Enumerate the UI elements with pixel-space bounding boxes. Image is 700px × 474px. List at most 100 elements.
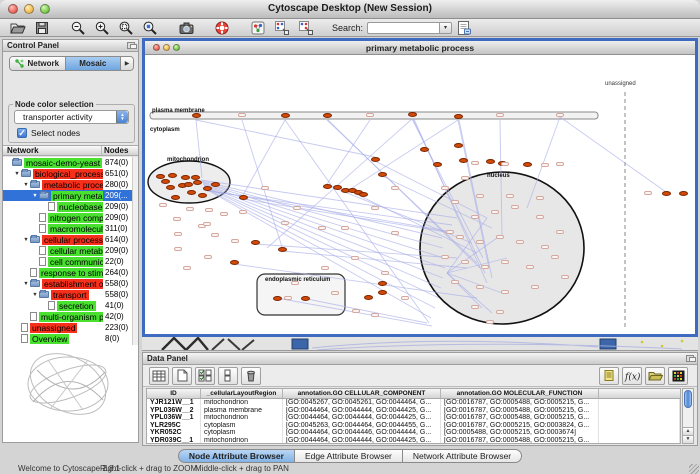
gene-node[interactable]: [459, 158, 468, 163]
column-header[interactable]: annotation.GO CELLULAR_COMPONENT: [283, 389, 441, 398]
select-nodes-checkbox[interactable]: ✓: [17, 128, 27, 138]
gene-node-unselected[interactable]: [471, 215, 479, 219]
tab-overflow-arrow[interactable]: ▶: [121, 57, 133, 70]
heatmap-icon[interactable]: [668, 367, 688, 385]
gene-node[interactable]: [181, 175, 190, 180]
scroll-down-icon[interactable]: ▼: [683, 435, 693, 443]
gene-node[interactable]: [192, 113, 201, 118]
tree-row[interactable]: ▼metabolic process280(0): [3, 179, 138, 190]
gene-node-unselected[interactable]: [471, 161, 479, 165]
expander-icon[interactable]: ▼: [22, 281, 30, 287]
gene-node-unselected[interactable]: [186, 207, 194, 211]
gene-node[interactable]: [433, 162, 442, 167]
zoom-fit-icon[interactable]: [114, 19, 138, 36]
gene-node[interactable]: [420, 147, 429, 152]
tree-row[interactable]: ▼cellular process614(0): [3, 234, 138, 245]
gene-node[interactable]: [301, 296, 310, 301]
expander-icon[interactable]: ▼: [13, 171, 21, 177]
gene-node-unselected[interactable]: [451, 280, 459, 284]
search-dropdown-icon[interactable]: ▾: [439, 22, 452, 34]
table-row[interactable]: YDR039C__1mitochondrion[GO:0044464, GO:0…: [147, 437, 680, 444]
gene-node-unselected[interactable]: [541, 163, 549, 167]
gene-node-unselected[interactable]: [496, 235, 504, 239]
gene-node[interactable]: [523, 162, 532, 167]
tree-row[interactable]: ▼biological_process651(0): [3, 168, 138, 179]
gene-node-unselected[interactable]: [536, 196, 544, 200]
gene-node[interactable]: [454, 143, 463, 148]
snapshot-icon[interactable]: [174, 19, 198, 36]
gene-node-unselected[interactable]: [526, 265, 534, 269]
gene-node-unselected[interactable]: [174, 232, 182, 236]
gene-node[interactable]: [187, 190, 196, 195]
zoom-out-icon[interactable]: [66, 19, 90, 36]
zoom-selected-icon[interactable]: [138, 19, 162, 36]
save-icon[interactable]: [30, 19, 54, 36]
gene-node-unselected[interactable]: [511, 205, 519, 209]
gene-node-unselected[interactable]: [536, 215, 544, 219]
gene-node[interactable]: [378, 290, 387, 295]
gene-node[interactable]: [278, 247, 287, 252]
gene-node[interactable]: [166, 185, 175, 190]
gene-node-unselected[interactable]: [391, 186, 399, 190]
gene-node[interactable]: [662, 191, 671, 196]
gene-node-unselected[interactable]: [476, 194, 484, 198]
table-row[interactable]: YJR121W__1mitochondrion[GO:0045267, GO:0…: [147, 399, 680, 407]
gene-node[interactable]: [230, 260, 239, 265]
gene-node-unselected[interactable]: [261, 186, 269, 190]
gene-node-unselected[interactable]: [506, 194, 514, 198]
gene-node-unselected[interactable]: [371, 313, 379, 317]
gene-node-unselected[interactable]: [451, 200, 459, 204]
gene-node-unselected[interactable]: [284, 296, 292, 300]
gene-node-unselected[interactable]: [471, 305, 479, 309]
gene-node-unselected[interactable]: [441, 255, 449, 259]
gene-node-unselected[interactable]: [203, 222, 211, 226]
gene-node[interactable]: [239, 195, 248, 200]
new-attribute-icon[interactable]: [172, 367, 192, 385]
float-panel-icon[interactable]: [127, 42, 135, 49]
column-header[interactable]: _cellularLayoutRegion: [201, 389, 283, 398]
tree-row[interactable]: macromolecule311(0): [3, 223, 138, 234]
table-row[interactable]: YKR052Ccytoplasm[GO:0044464, GO:0044446,…: [147, 429, 680, 437]
gene-node-unselected[interactable]: [391, 231, 399, 235]
tree-header-network[interactable]: Network: [3, 146, 102, 155]
tree-row[interactable]: nucleobase-209(0): [3, 201, 138, 212]
gene-node-unselected[interactable]: [238, 113, 246, 117]
open-icon[interactable]: [6, 19, 30, 36]
gene-node[interactable]: [171, 195, 180, 200]
gene-node[interactable]: [203, 186, 212, 191]
node-color-dropdown[interactable]: transporter activity ▲▼: [14, 110, 129, 124]
scroll-up-icon[interactable]: ▲: [683, 427, 693, 435]
gene-node-unselected[interactable]: [351, 256, 359, 260]
gene-node-unselected[interactable]: [321, 266, 329, 270]
plasma-membrane-region[interactable]: [150, 112, 598, 119]
gene-node-unselected[interactable]: [501, 260, 509, 264]
gene-node-unselected[interactable]: [331, 291, 339, 295]
expander-icon[interactable]: ▼: [22, 237, 30, 243]
unselect-attributes-icon[interactable]: [218, 367, 238, 385]
zoom-in-icon[interactable]: [90, 19, 114, 36]
gene-node-unselected[interactable]: [231, 239, 239, 243]
gene-node-unselected[interactable]: [381, 271, 389, 275]
gene-node-unselected[interactable]: [446, 230, 454, 234]
function-builder-icon[interactable]: f(x): [622, 367, 642, 385]
gene-node[interactable]: [161, 179, 170, 184]
gene-node[interactable]: [408, 112, 417, 117]
tree-row[interactable]: cellular metabo209(0): [3, 245, 138, 256]
gene-node-unselected[interactable]: [239, 210, 247, 214]
tree-row[interactable]: ▼primary metabo209(...: [3, 190, 138, 201]
table-scrollbar[interactable]: ▲ ▼: [682, 388, 694, 444]
gene-node-unselected[interactable]: [366, 113, 374, 117]
resize-grip[interactable]: [689, 464, 699, 474]
gene-node[interactable]: [198, 193, 207, 198]
gene-node-unselected[interactable]: [173, 217, 181, 221]
gene-node-unselected[interactable]: [352, 309, 360, 313]
notepad-icon[interactable]: [599, 367, 619, 385]
gene-node-unselected[interactable]: [531, 285, 539, 289]
gene-node[interactable]: [486, 159, 495, 164]
gene-node-unselected[interactable]: [491, 210, 499, 214]
gene-node-unselected[interactable]: [371, 206, 379, 210]
tree-header-nodes[interactable]: Nodes: [102, 146, 138, 155]
gene-node[interactable]: [168, 173, 177, 178]
nucleus-region[interactable]: [420, 172, 584, 324]
gene-node-unselected[interactable]: [159, 203, 167, 207]
